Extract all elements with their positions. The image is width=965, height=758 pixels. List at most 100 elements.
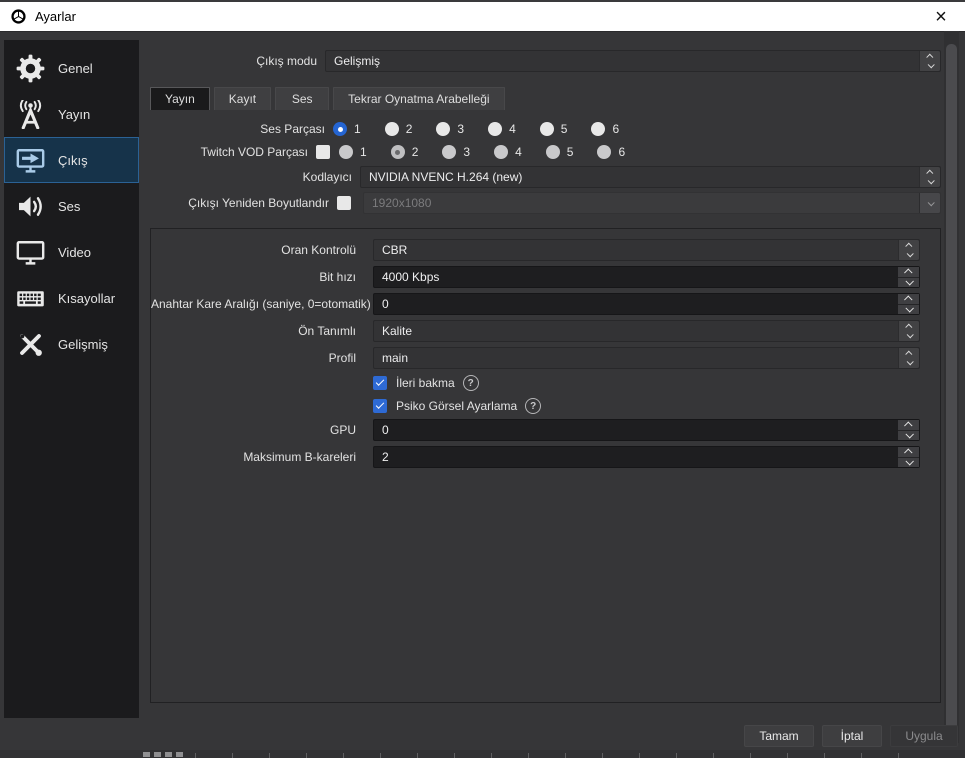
audio-track-radio-3[interactable] [436, 122, 451, 136]
sidebar-item-cikis[interactable]: Çıkış [4, 137, 139, 183]
radio-option-label: 5 [566, 145, 574, 159]
dropdown-button[interactable] [919, 193, 940, 213]
output-mode-value: Gelişmiş [334, 54, 381, 68]
spinner-buttons[interactable] [898, 348, 919, 368]
encoder-combo[interactable]: NVIDIA NVENC H.264 (new) [360, 166, 941, 188]
spinner-buttons[interactable] [898, 321, 919, 341]
audio-track-radio-5[interactable] [539, 122, 554, 136]
rescale-value: 1920x1080 [372, 196, 432, 210]
keyframe-interval-label: Anahtar Kare Aralığı (saniye, 0=otomatik… [151, 297, 371, 311]
sidebar-item-yayin[interactable]: Yayın [4, 91, 139, 137]
sidebar-item-label: Gelişmiş [58, 336, 108, 352]
profile-value: main [382, 351, 409, 365]
tab-ses[interactable]: Ses [275, 87, 330, 110]
sidebar-item-kisayollar[interactable]: Kısayollar [4, 275, 139, 321]
twitch-vod-radio-2[interactable] [390, 145, 405, 159]
sidebar-item-label: Çıkış [58, 152, 88, 168]
settings-window: Ayarlar × Genel Yayın Çıkış Ses Video Kı… [0, 0, 965, 758]
chevron-up-icon [904, 323, 912, 331]
spin-down-button[interactable] [898, 303, 919, 314]
preset-value: Kalite [382, 324, 413, 338]
help-icon[interactable]: ? [525, 398, 542, 414]
psycho-visual-checkbox[interactable] [373, 399, 387, 413]
radio-option-label: 5 [560, 122, 568, 136]
close-icon[interactable]: × [927, 7, 955, 27]
rate-control-row: Oran Kontrolü CBR [151, 239, 931, 261]
preset-label: Ön Tanımlı [298, 324, 356, 338]
max-bframes-spinbox[interactable]: 2 [373, 446, 920, 468]
sidebar-item-label: Ses [58, 198, 81, 214]
settings-dialog: Genel Yayın Çıkış Ses Video Kısayollar G… [0, 31, 965, 750]
spin-up-button[interactable] [898, 294, 919, 304]
spin-up-button[interactable] [898, 267, 919, 277]
encoder-row: Kodlayıcı NVIDIA NVENC H.264 (new) [150, 166, 941, 188]
sidebar-item-gelismis[interactable]: Gelişmiş [4, 321, 139, 367]
tab-kayit[interactable]: Kayıt [213, 87, 272, 110]
max-bframes-value: 2 [382, 450, 389, 464]
encoder-label: Kodlayıcı [302, 170, 352, 184]
gpu-spinbox[interactable]: 0 [373, 419, 920, 441]
radio-option-label: 2 [405, 122, 413, 136]
sidebar-item-video[interactable]: Video [4, 229, 139, 275]
spinner-buttons[interactable] [919, 167, 940, 187]
rescale-combo[interactable]: 1920x1080 [363, 192, 941, 214]
twitch-vod-radio-3[interactable] [442, 145, 457, 159]
spinner-buttons[interactable] [898, 240, 919, 260]
profile-label: Profil [328, 351, 356, 365]
audio-track-radio-4[interactable] [488, 122, 503, 136]
twitch-vod-radio-5[interactable] [545, 145, 560, 159]
spin-up-button[interactable] [898, 420, 919, 430]
preset-combo[interactable]: Kalite [373, 320, 920, 342]
ok-button-label: Tamam [759, 729, 799, 743]
chevron-down-icon [927, 177, 935, 185]
ok-button[interactable]: Tamam [744, 725, 814, 747]
gpu-label: GPU [329, 423, 356, 437]
lookahead-label: İleri bakma [396, 376, 455, 390]
bitrate-label: Bit hızı [319, 270, 356, 284]
profile-row: Profil main [151, 347, 931, 369]
audio-track-row: Ses Parçası 1 2 3 4 5 6 [150, 121, 941, 137]
chevron-down-icon [927, 198, 935, 206]
tab-yayin[interactable]: Yayın [150, 87, 210, 110]
sidebar-item-label: Kısayollar [58, 290, 116, 306]
help-icon[interactable]: ? [462, 375, 479, 391]
radio-option-label: 4 [515, 145, 522, 159]
keyframe-interval-value: 0 [382, 297, 389, 311]
audio-track-radio-6[interactable] [591, 122, 606, 136]
output-mode-combo[interactable]: Gelişmiş [325, 50, 941, 72]
radio-option-label: 2 [411, 145, 419, 159]
audio-track-radio-2[interactable] [384, 122, 399, 136]
twitch-vod-radio-6[interactable] [597, 145, 612, 159]
bitrate-value: 4000 Kbps [382, 270, 440, 284]
twitch-vod-radio-1[interactable] [339, 145, 353, 159]
sidebar-item-genel[interactable]: Genel [4, 45, 139, 91]
spinner-buttons[interactable] [919, 51, 940, 71]
chevron-up-icon [903, 295, 913, 304]
audio-track-radio-1[interactable] [333, 122, 347, 136]
twitch-vod-row: Twitch VOD Parçası 1 2 3 4 5 6 [150, 144, 941, 160]
sidebar-item-ses[interactable]: Ses [4, 183, 139, 229]
spin-down-button[interactable] [898, 276, 919, 287]
lookahead-row: İleri bakma ? [373, 374, 479, 392]
lookahead-checkbox[interactable] [373, 376, 387, 390]
twitch-vod-checkbox[interactable] [316, 145, 330, 159]
chevron-down-icon [927, 61, 935, 69]
scrollbar-handle[interactable] [946, 44, 957, 738]
chevron-up-icon [904, 242, 912, 250]
profile-combo[interactable]: main [373, 347, 920, 369]
output-mode-label: Çıkış modu [256, 54, 317, 68]
apply-button[interactable]: Uygula [890, 725, 958, 747]
rate-control-combo[interactable]: CBR [373, 239, 920, 261]
spin-down-button[interactable] [898, 429, 919, 440]
chevron-up-icon [903, 421, 913, 430]
keyframe-interval-spinbox[interactable]: 0 [373, 293, 920, 315]
tab-tekrar-oynatma[interactable]: Tekrar Oynatma Arabelleği [333, 87, 505, 110]
spin-down-button[interactable] [898, 456, 919, 467]
rescale-checkbox[interactable] [337, 196, 351, 210]
twitch-vod-radio-4[interactable] [494, 145, 509, 159]
chevron-up-icon [903, 448, 913, 457]
encoder-settings-group: Oran Kontrolü CBR Bit hızı 4000 Kbps Ana… [150, 228, 941, 703]
bitrate-spinbox[interactable]: 4000 Kbps [373, 266, 920, 288]
spin-up-button[interactable] [898, 447, 919, 457]
cancel-button[interactable]: İptal [822, 725, 882, 747]
